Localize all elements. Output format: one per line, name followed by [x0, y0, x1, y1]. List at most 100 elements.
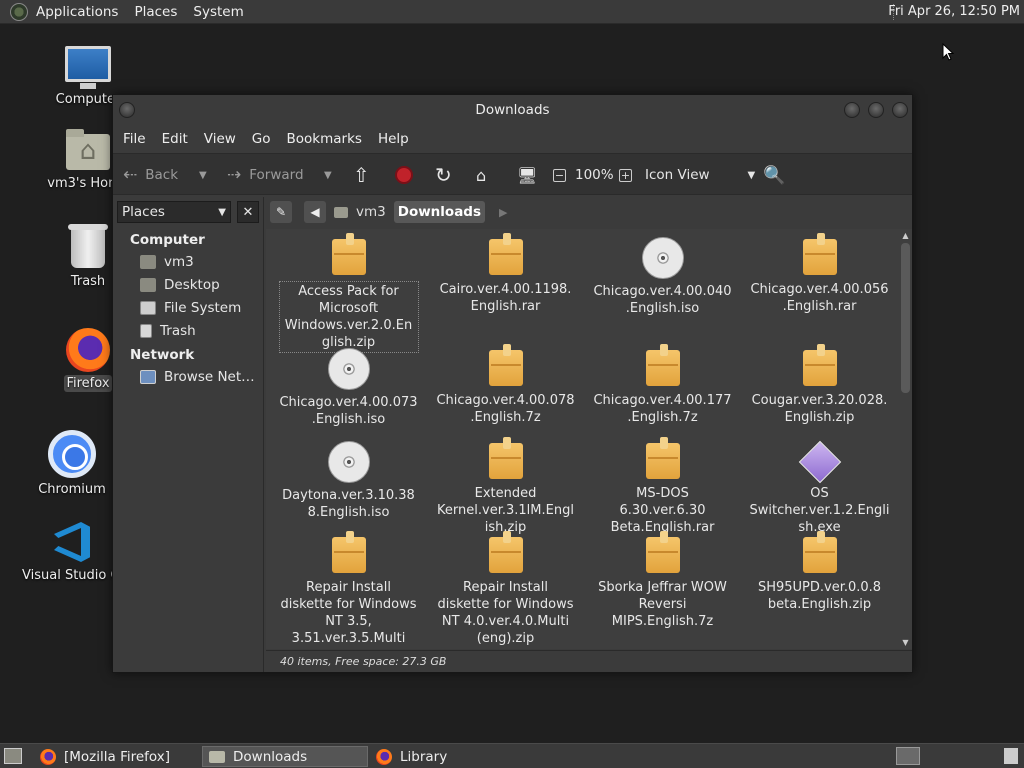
sidebar-item-desktop[interactable]: Desktop	[113, 273, 263, 296]
file-item[interactable]: Repair Install diskette for Windows NT 3…	[270, 531, 427, 649]
task-firefox[interactable]: [Mozilla Firefox]	[34, 746, 200, 767]
file-name: Cairo.ver.4.00.1198.English.rar	[439, 282, 572, 314]
system-menu[interactable]: System	[185, 4, 251, 20]
location-bar: ✎ ◀ vm3 Downloads ▶	[266, 197, 914, 227]
breadcrumb-label: vm3	[356, 204, 386, 220]
task-library[interactable]: Library	[370, 746, 536, 767]
file-item[interactable]: Access Pack for Microsoft Windows.ver.2.…	[270, 233, 427, 353]
zoom-out-button[interactable]: −	[553, 154, 566, 196]
close-button[interactable]	[892, 102, 908, 118]
menu-bookmarks[interactable]: Bookmarks	[279, 131, 370, 147]
clock[interactable]: Fri Apr 26, 12:50 PM	[888, 0, 1020, 24]
task-downloads[interactable]: Downloads	[202, 746, 368, 767]
maximize-button[interactable]	[868, 102, 884, 118]
sidebar-item-file-system[interactable]: File System	[113, 296, 263, 319]
computer-icon	[65, 46, 111, 89]
breadcrumb-vm3[interactable]: vm3	[330, 201, 390, 223]
zoom-in-icon: +	[619, 168, 632, 182]
reload-button[interactable]: ↻	[435, 154, 452, 196]
home-icon: ⌂	[476, 165, 487, 185]
back-button[interactable]: ⇠ Back	[123, 154, 178, 196]
file-name: Repair Install diskette for Windows NT 4…	[437, 580, 574, 646]
breadcrumb-right-button[interactable]: ▶	[499, 206, 507, 219]
distro-logo-icon[interactable]	[10, 2, 28, 21]
file-item[interactable]: SH95UPD.ver.0.0.8 beta.English.zip	[741, 531, 898, 613]
show-desktop-icon[interactable]	[4, 748, 22, 764]
file-name: Extended Kernel.ver.3.1lM.English.zip	[437, 486, 574, 535]
window-title: Downloads	[475, 102, 550, 118]
file-name: Sborka Jeffrar WOW Reversi MIPS.English.…	[598, 580, 727, 629]
menu-view[interactable]: View	[196, 131, 244, 147]
file-item[interactable]: OS Switcher.ver.1.2.English.exe	[741, 440, 898, 536]
file-item[interactable]: Chicago.ver.4.00.078.English.7z	[427, 344, 584, 426]
menu-go[interactable]: Go	[244, 131, 279, 147]
up-arrow-icon: ⇧	[353, 163, 370, 187]
scroll-thumb[interactable]	[901, 243, 910, 393]
file-item[interactable]: Chicago.ver.4.00.177.English.7z	[584, 344, 741, 426]
archive-icon	[802, 531, 837, 573]
search-button[interactable]: 🔍	[763, 154, 785, 196]
file-item[interactable]: Cairo.ver.4.00.1198.English.rar	[427, 233, 584, 315]
sidebar-type-select[interactable]: Places ▼	[117, 201, 231, 223]
file-item[interactable]: Chicago.ver.4.00.040.English.iso	[584, 237, 741, 317]
sidebar-close-button[interactable]: ✕	[237, 201, 259, 223]
task-label: [Mozilla Firefox]	[64, 748, 171, 765]
zoom-in-button[interactable]: +	[619, 154, 632, 196]
vertical-scrollbar[interactable]: ▲ ▼	[899, 229, 912, 649]
desktop-folder-icon	[140, 277, 156, 292]
menu-edit[interactable]: Edit	[154, 131, 196, 147]
up-button[interactable]: ⇧	[353, 154, 370, 196]
file-name: Chicago.ver.4.00.056.English.rar	[750, 282, 889, 314]
sidebar-item-trash[interactable]: Trash	[113, 319, 263, 342]
sidebar-section-computer: Computer	[130, 232, 205, 248]
minimize-button[interactable]	[844, 102, 860, 118]
applications-menu[interactable]: Applications	[28, 4, 126, 20]
back-history-dropdown[interactable]: ▼	[199, 154, 207, 196]
desktop-icon-vscode[interactable]: Visual Studio Code	[22, 520, 144, 583]
menu-file[interactable]: File	[115, 131, 154, 147]
trash-applet-icon[interactable]	[1004, 748, 1018, 764]
file-item[interactable]: Sborka Jeffrar WOW Reversi MIPS.English.…	[584, 531, 741, 630]
scroll-down-icon[interactable]: ▼	[899, 638, 912, 647]
file-item[interactable]: Daytona.ver.3.10.388.English.iso	[270, 441, 427, 521]
file-item[interactable]: Chicago.ver.4.00.073.English.iso	[270, 348, 427, 428]
sidebar-item-browse-network[interactable]: Browse Net…	[113, 365, 263, 388]
breadcrumb-left-button[interactable]: ◀	[304, 201, 326, 223]
toolbar: ⇠ Back ▼ ⇢ Forward ▼ ⇧ ↻ ⌂ 🖥 − 100% + Ic…	[113, 153, 912, 195]
sidebar-item-vm3[interactable]: vm3	[113, 250, 263, 273]
disc-image-icon	[641, 237, 684, 279]
menu-help[interactable]: Help	[370, 131, 417, 147]
forward-history-dropdown[interactable]: ▼	[324, 154, 332, 196]
window-menu-button[interactable]	[119, 102, 135, 118]
breadcrumb-downloads[interactable]: Downloads	[393, 201, 486, 223]
places-menu[interactable]: Places	[126, 4, 185, 20]
home-button[interactable]: ⌂	[476, 154, 486, 196]
sidebar-item-label: vm3	[164, 253, 194, 270]
file-item[interactable]: Chicago.ver.4.00.056.English.rar	[741, 233, 898, 315]
file-item[interactable]: Extended Kernel.ver.3.1lM.English.zip	[427, 437, 584, 536]
computer-button[interactable]: 🖥	[517, 154, 537, 196]
archive-icon	[645, 437, 680, 479]
search-icon: 🔍	[763, 164, 786, 186]
stop-button[interactable]	[395, 154, 413, 196]
file-item[interactable]: Repair Install diskette for Windows NT 4…	[427, 531, 584, 647]
toggle-location-entry-button[interactable]: ✎	[270, 201, 292, 223]
forward-button[interactable]: ⇢ Forward	[227, 154, 304, 196]
drive-icon	[140, 300, 156, 315]
scroll-up-icon[interactable]: ▲	[899, 231, 912, 240]
file-item[interactable]: Cougar.ver.3.20.028.English.zip	[741, 344, 898, 426]
file-name: Daytona.ver.3.10.388.English.iso	[282, 488, 415, 520]
zoom-level[interactable]: 100%	[575, 154, 614, 196]
forward-label: Forward	[249, 167, 304, 183]
status-bar: 40 items, Free space: 27.3 GB	[266, 650, 912, 672]
view-mode-select[interactable]: Icon View ▼	[645, 154, 755, 196]
desktop-icon-chromium[interactable]: Chromium	[22, 430, 122, 497]
archive-icon	[802, 233, 837, 275]
file-item[interactable]: MS-DOS 6.30.ver.6.30 Beta.English.rar	[584, 437, 741, 536]
workspace-switcher[interactable]	[896, 747, 920, 765]
file-name: Cougar.ver.3.20.028.English.zip	[751, 393, 888, 425]
window-titlebar[interactable]: Downloads	[113, 95, 912, 125]
executable-icon	[798, 440, 841, 484]
desktop-icon-label: Chromium	[38, 482, 106, 497]
firefox-icon	[376, 748, 392, 765]
